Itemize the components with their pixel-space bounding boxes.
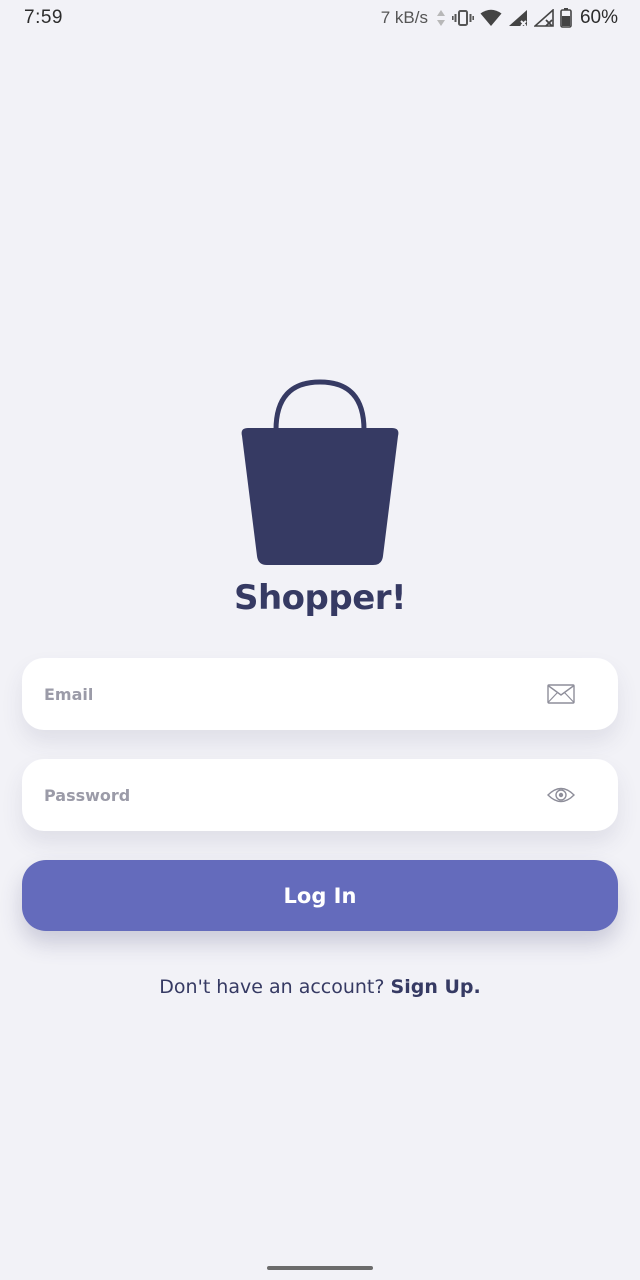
signup-link[interactable]: Sign Up. xyxy=(391,976,481,998)
password-field[interactable] xyxy=(22,759,618,831)
password-input[interactable] xyxy=(44,759,524,831)
battery-icon xyxy=(560,8,572,28)
wifi-icon xyxy=(480,9,502,27)
signup-row: Don't have an account? Sign Up. xyxy=(0,976,640,998)
network-speed: 7 kB/s xyxy=(380,8,428,27)
status-icons: 7 kB/s 60% xyxy=(381,6,618,30)
signup-prompt: Don't have an account? xyxy=(159,976,385,998)
shopping-bag-icon xyxy=(240,378,400,568)
eye-icon[interactable] xyxy=(546,783,576,807)
vibrate-icon xyxy=(451,9,474,27)
email-field[interactable] xyxy=(22,658,618,730)
email-input[interactable] xyxy=(44,658,524,730)
status-time: 7:59 xyxy=(24,7,63,28)
status-bar: 7:59 7 kB/s 60% xyxy=(0,0,640,36)
signal-no-sim-icon xyxy=(533,9,554,27)
battery-percent: 60% xyxy=(579,7,618,28)
signal-icon xyxy=(508,9,528,27)
envelope-icon xyxy=(546,682,576,706)
home-indicator[interactable] xyxy=(267,1266,373,1270)
login-button[interactable]: Log In xyxy=(22,860,618,931)
app-title: Shopper! xyxy=(233,578,407,618)
data-arrows-icon xyxy=(436,9,446,27)
